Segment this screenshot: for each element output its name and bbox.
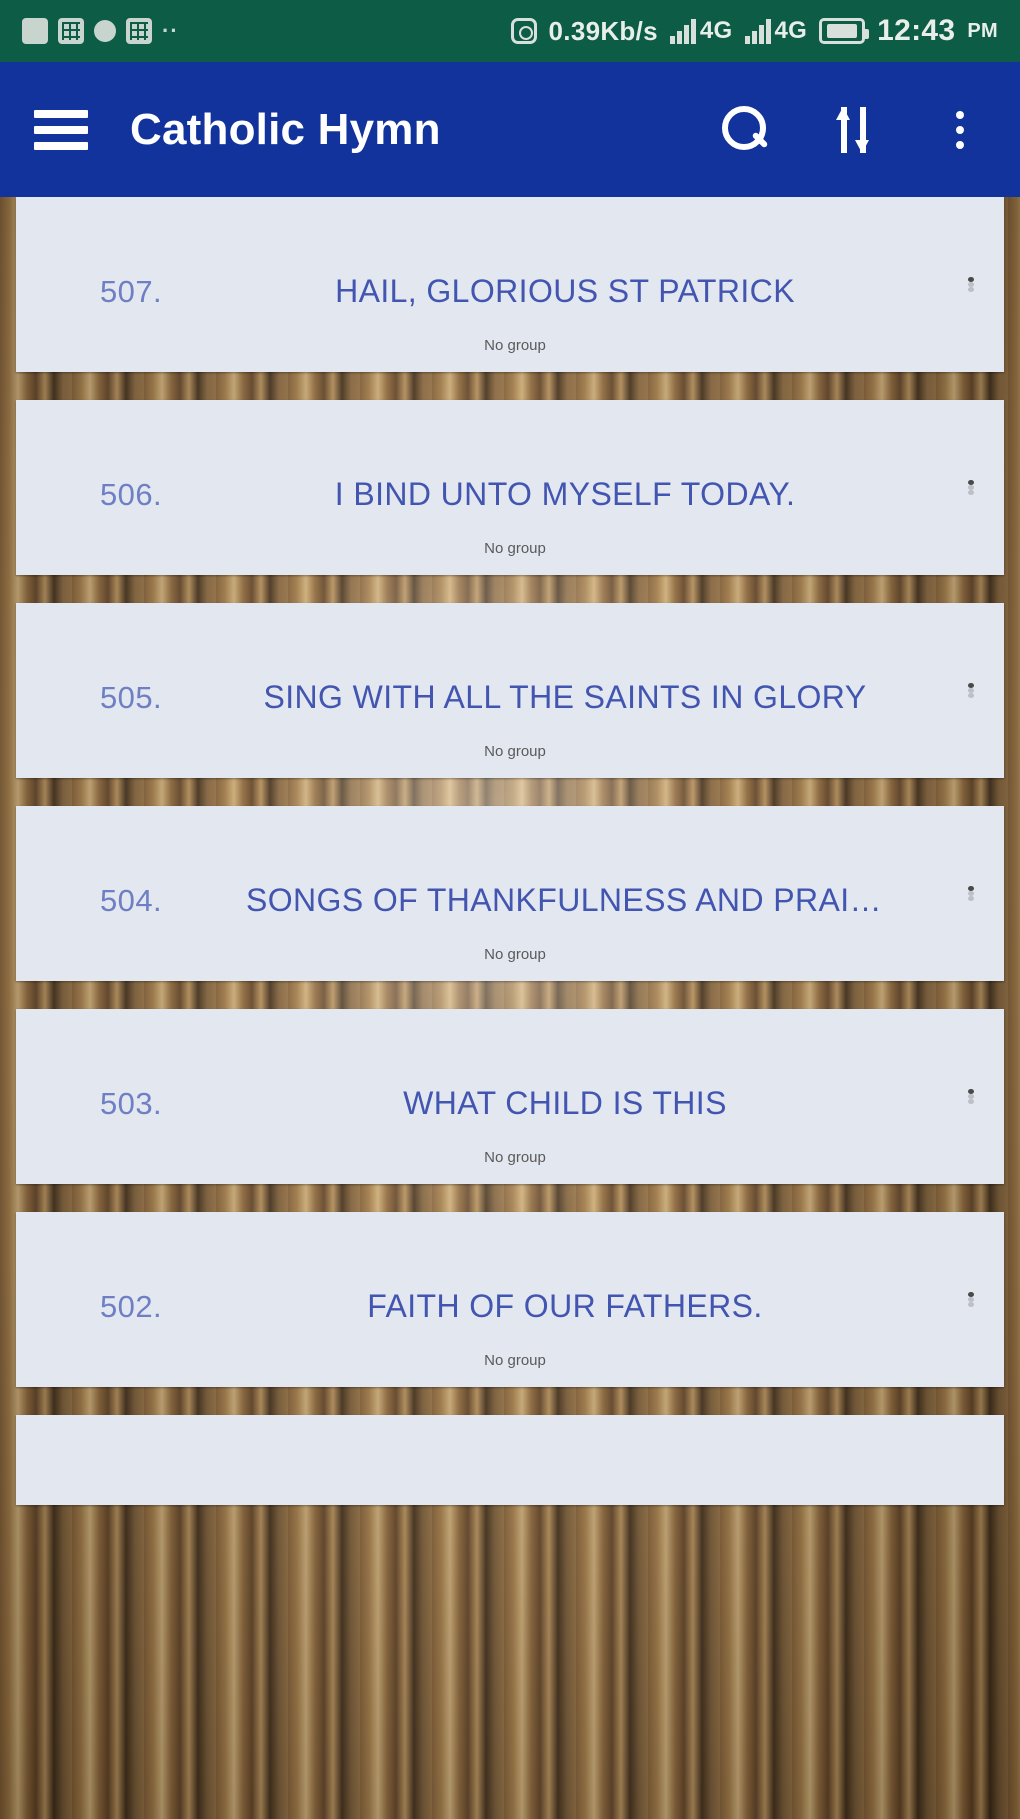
hymn-list-item[interactable]: 506. I BIND UNTO MYSELF TODAY. No group (16, 400, 1004, 575)
hymn-options-icon[interactable] (966, 479, 976, 496)
hymn-title: FAITH OF OUR FATHERS. (367, 1288, 763, 1324)
signal-icon-1: 4G (669, 17, 733, 45)
app-bar-actions (718, 104, 986, 156)
hymn-options-icon[interactable] (966, 1291, 976, 1308)
hymn-list-item[interactable]: 503. WHAT CHILD IS THIS No group (16, 1009, 1004, 1184)
hymn-group-label: No group (484, 743, 546, 760)
sd-card-icon (22, 18, 48, 44)
hamburger-icon[interactable] (34, 109, 88, 150)
hymn-title: I BIND UNTO MYSELF TODAY. (334, 476, 796, 512)
hymn-group-label: No group (484, 540, 546, 557)
signal-label-2: 4G (774, 17, 808, 44)
hymn-options-icon[interactable] (966, 885, 976, 902)
hymn-list-item[interactable] (16, 1415, 1004, 1505)
hymn-number: 503. (100, 1085, 162, 1121)
network-speed-label: 0.39Kb/s (548, 15, 658, 46)
hymn-group-label: No group (484, 337, 546, 354)
hymn-title: WHAT CHILD IS THIS (403, 1085, 727, 1121)
search-icon[interactable] (718, 104, 770, 156)
hymn-options-icon[interactable] (966, 1088, 976, 1105)
hymn-group-label: No group (484, 1149, 546, 1166)
chat-icon (94, 20, 116, 42)
hymn-number: 506. (100, 476, 162, 512)
clock-ampm: PM (967, 19, 998, 42)
hymn-list-item[interactable]: 502. FAITH OF OUR FATHERS. No group (16, 1212, 1004, 1387)
hymn-list-item[interactable]: 505. SING WITH ALL THE SAINTS IN GLORY No … (16, 603, 1004, 778)
notification-overflow-dots: ·· (162, 18, 179, 43)
qr-icon (58, 18, 84, 44)
hymn-options-icon[interactable] (966, 276, 976, 293)
hymn-number: 507. (100, 273, 162, 309)
network-speed-icon (510, 18, 537, 44)
hymn-number: 505. (100, 679, 162, 715)
status-bar: ·· 0.39Kb/s 4G 4G 12:43 PM (0, 0, 1020, 62)
battery-icon (819, 18, 870, 44)
hymn-list-background: 507. HAIL, GLORIOUS ST PATRICK No group 506… (0, 197, 1020, 1819)
signal-icon-2: 4G (744, 17, 808, 45)
hymn-title: SONGS OF THANKFULNESS AND PRAISE (246, 882, 894, 918)
hymn-list[interactable]: 507. HAIL, GLORIOUS ST PATRICK No group 506… (0, 197, 1020, 1505)
app-bar: Catholic Hymn (0, 62, 1020, 197)
signal-label-1: 4G (699, 17, 733, 44)
hymn-options-icon[interactable] (966, 682, 976, 699)
status-bar-notifications: ·· (22, 18, 179, 44)
page-title: Catholic Hymn (130, 104, 441, 154)
hymn-title: HAIL, GLORIOUS ST PATRICK (335, 273, 795, 309)
clock-time: 12:43 (877, 14, 956, 47)
hymn-title: SING WITH ALL THE SAINTS IN GLORY (263, 679, 867, 715)
hymn-group-label: No group (484, 946, 546, 963)
qr-icon-2 (126, 18, 152, 44)
overflow-menu-icon[interactable] (934, 104, 986, 156)
sort-icon[interactable] (826, 104, 878, 156)
hymn-group-label: No group (484, 1352, 546, 1369)
hymn-number: 502. (100, 1288, 162, 1324)
hymn-list-item[interactable]: 507. HAIL, GLORIOUS ST PATRICK No group (16, 197, 1004, 372)
status-bar-system: 0.39Kb/s 4G 4G 12:43 PM (510, 14, 998, 48)
hymn-number: 504. (100, 882, 162, 918)
hymn-list-item[interactable]: 504. SONGS OF THANKFULNESS AND PRAISE No g… (16, 806, 1004, 981)
